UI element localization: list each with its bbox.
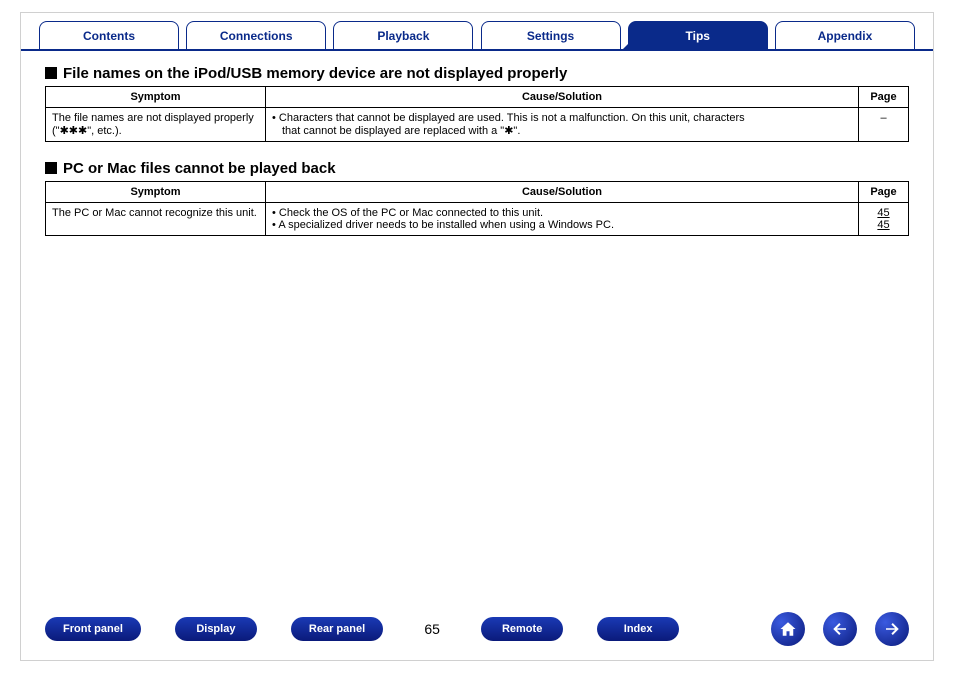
section1-title: File names on the iPod/USB memory device…	[45, 65, 909, 82]
arrow-right-icon	[883, 620, 901, 638]
remote-button[interactable]: Remote	[481, 617, 563, 641]
table-row: The file names are not displayed properl…	[46, 108, 909, 142]
nav-icons	[771, 612, 909, 646]
page-link[interactable]: 45	[865, 219, 902, 231]
tab-settings[interactable]: Settings	[481, 21, 621, 49]
cell-page: –	[859, 108, 909, 142]
footer-bar: Front panel Display Rear panel 65 Remote…	[21, 602, 933, 660]
page-frame: Contents Connections Playback Settings T…	[20, 12, 934, 661]
tab-appendix[interactable]: Appendix	[775, 21, 915, 49]
tab-tips[interactable]: Tips	[628, 21, 768, 49]
page-number: 65	[417, 621, 447, 637]
cause-line: Characters that cannot be displayed are …	[272, 112, 745, 124]
next-button[interactable]	[875, 612, 909, 646]
home-button[interactable]	[771, 612, 805, 646]
header-cause: Cause/Solution	[266, 87, 859, 108]
cause-line-cont: that cannot be displayed are replaced wi…	[272, 124, 852, 137]
prev-button[interactable]	[823, 612, 857, 646]
table-header-row: Symptom Cause/Solution Page	[46, 182, 909, 203]
header-symptom: Symptom	[46, 87, 266, 108]
page-link[interactable]: 45	[865, 207, 902, 219]
square-bullet-icon	[45, 67, 57, 79]
cell-cause: Characters that cannot be displayed are …	[266, 108, 859, 142]
top-tabs: Contents Connections Playback Settings T…	[21, 13, 933, 51]
table-header-row: Symptom Cause/Solution Page	[46, 87, 909, 108]
home-icon	[779, 620, 797, 638]
section1-table: Symptom Cause/Solution Page The file nam…	[45, 86, 909, 142]
tab-contents[interactable]: Contents	[39, 21, 179, 49]
header-page: Page	[859, 87, 909, 108]
index-button[interactable]: Index	[597, 617, 679, 641]
page-content: File names on the iPod/USB memory device…	[21, 51, 933, 602]
cause-line: A specialized driver needs to be install…	[272, 219, 614, 231]
cell-cause: Check the OS of the PC or Mac connected …	[266, 203, 859, 236]
cell-symptom: The PC or Mac cannot recognize this unit…	[46, 203, 266, 236]
display-button[interactable]: Display	[175, 617, 257, 641]
section2-title: PC or Mac files cannot be played back	[45, 160, 909, 177]
arrow-left-icon	[831, 620, 849, 638]
section2-table: Symptom Cause/Solution Page The PC or Ma…	[45, 181, 909, 236]
cause-line: Check the OS of the PC or Mac connected …	[272, 207, 543, 219]
front-panel-button[interactable]: Front panel	[45, 617, 141, 641]
square-bullet-icon	[45, 162, 57, 174]
header-page: Page	[859, 182, 909, 203]
rear-panel-button[interactable]: Rear panel	[291, 617, 383, 641]
cell-page: 45 45	[859, 203, 909, 236]
header-symptom: Symptom	[46, 182, 266, 203]
table-row: The PC or Mac cannot recognize this unit…	[46, 203, 909, 236]
header-cause: Cause/Solution	[266, 182, 859, 203]
tab-connections[interactable]: Connections	[186, 21, 326, 49]
tab-playback[interactable]: Playback	[333, 21, 473, 49]
cell-symptom: The file names are not displayed properl…	[46, 108, 266, 142]
